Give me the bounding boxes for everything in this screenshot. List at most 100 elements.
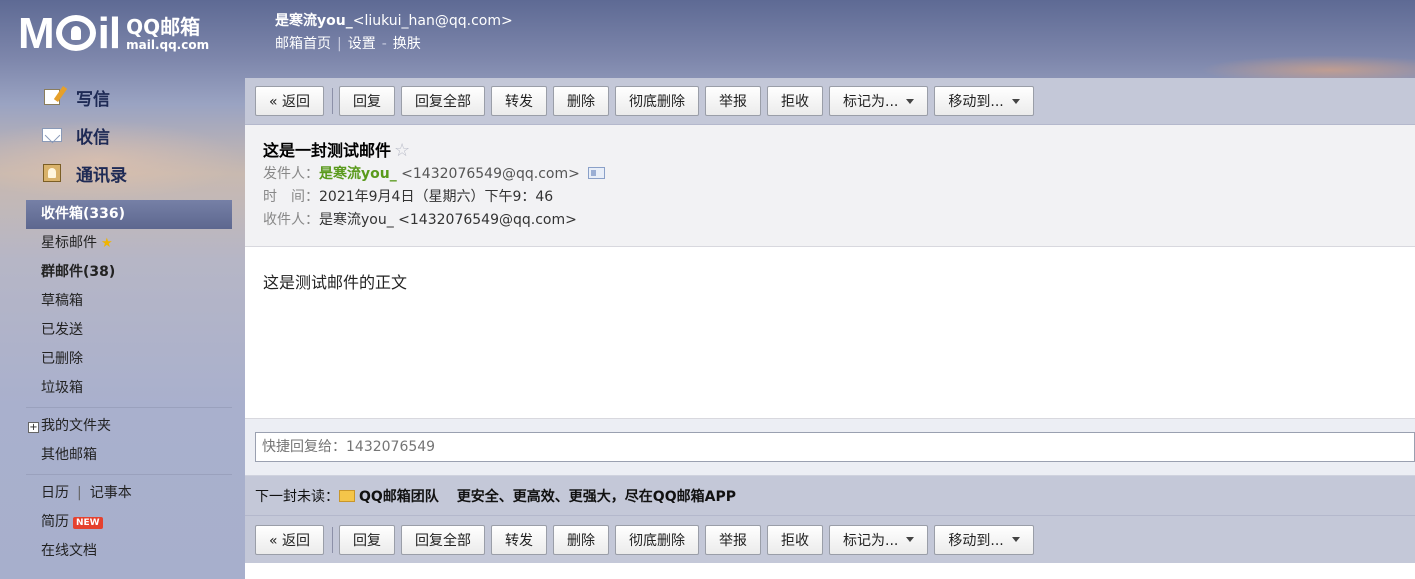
divider	[26, 474, 232, 475]
top-toolbar: « 返回 回复 回复全部 转发 删除 彻底删除 举报 拒收 标记为... 移动到…	[245, 78, 1415, 125]
mark-as-label: 标记为...	[843, 532, 899, 549]
next-unread-subject[interactable]: 更安全、更高效、更强大，尽在QQ邮箱APP	[457, 486, 736, 506]
time-value: 2021年9月4日（星期六）下午9：46	[319, 189, 554, 205]
qqmail-logo[interactable]: Mil QQ邮箱 mail.qq.com	[18, 10, 209, 58]
contacts-icon	[42, 164, 62, 182]
reply-button[interactable]: 回复	[339, 524, 396, 555]
sidebar-item-group-mail[interactable]: 群邮件(38)	[18, 258, 240, 287]
delete-permanently-button[interactable]: 彻底删除	[615, 86, 700, 116]
time-row: 时 间：2021年9月4日（星期六）下午9：46	[263, 186, 1397, 209]
forward-button[interactable]: 转发	[491, 524, 548, 555]
sidebar-item-inbox[interactable]: 收件箱(336)	[26, 200, 232, 229]
write-icon	[42, 88, 62, 106]
compose-button[interactable]: 写信	[18, 78, 240, 116]
sidebar-item-starred[interactable]: 星标邮件 ★	[18, 229, 240, 258]
user-info: 是寒流you_<liukui_han@qq.com>	[275, 10, 513, 30]
quick-reply-area	[245, 419, 1415, 476]
forward-button[interactable]: 转发	[491, 86, 548, 116]
sender-address: <1432076549@qq.com>	[401, 166, 580, 182]
mark-as-dropdown[interactable]: 标记为...	[829, 86, 929, 116]
back-button[interactable]: « 返回	[255, 524, 325, 555]
divider	[332, 526, 334, 553]
contacts-button[interactable]: 通讯录	[18, 154, 240, 192]
compose-label: 写信	[76, 89, 110, 110]
to-label: 收件人：	[263, 212, 319, 228]
logo-mark: Mil	[18, 9, 121, 58]
sidebar-item-drafts[interactable]: 草稿箱	[18, 287, 240, 316]
calendar-link[interactable]: 日历	[41, 485, 69, 501]
divider: |	[77, 485, 82, 501]
mail-subject: 这是一封测试邮件 ☆	[263, 139, 1397, 163]
quick-reply-input[interactable]	[255, 432, 1415, 462]
reject-button[interactable]: 拒收	[767, 524, 824, 555]
settings-link[interactable]: 设置	[348, 36, 376, 52]
move-to-dropdown[interactable]: 移动到...	[934, 524, 1034, 555]
user-email: <liukui_han@qq.com>	[352, 13, 513, 29]
sidebar-item-other-mail[interactable]: 其他邮箱	[18, 441, 240, 470]
next-unread-sender[interactable]: QQ邮箱团队	[359, 486, 439, 506]
sidebar-item-spam[interactable]: 垃圾箱	[18, 374, 240, 403]
receive-button[interactable]: 收信	[18, 116, 240, 154]
bottom-toolbar: « 返回 回复 回复全部 转发 删除 彻底删除 举报 拒收 标记为... 移动到…	[245, 516, 1415, 563]
sidebar-item-label: 简历	[41, 514, 69, 530]
to-row: 收件人：是寒流you_ <1432076549@qq.com>	[263, 209, 1397, 232]
delete-button[interactable]: 删除	[553, 524, 610, 555]
logo-en: mail.qq.com	[126, 38, 210, 52]
expand-icon[interactable]: +	[28, 422, 39, 433]
chevron-down-icon	[1011, 537, 1020, 542]
contacts-label: 通讯录	[76, 165, 127, 186]
move-to-label: 移动到...	[948, 532, 1004, 549]
mail-body: 这是测试邮件的正文	[245, 247, 1415, 419]
report-button[interactable]: 举报	[705, 524, 762, 555]
receive-label: 收信	[76, 127, 110, 148]
new-badge: NEW	[73, 517, 103, 529]
folder-list: 收件箱(336) 星标邮件 ★ 群邮件(38) 草稿箱 已发送 已删除 垃圾箱 +…	[18, 200, 240, 566]
chevron-down-icon	[906, 98, 915, 104]
reply-button[interactable]: 回复	[339, 86, 396, 116]
star-outline-icon[interactable]: ☆	[394, 140, 410, 161]
top-links: 邮箱首页 | 设置 - 换肤	[275, 33, 421, 53]
mail-header: 这是一封测试邮件 ☆ 发件人：是寒流you_ <1432076549@qq.com…	[245, 125, 1415, 247]
recipient[interactable]: 是寒流you_ <1432076549@qq.com>	[319, 212, 577, 228]
from-row: 发件人：是寒流you_ <1432076549@qq.com>	[263, 163, 1397, 186]
sidebar-item-calendar-notes: 日历 | 记事本	[18, 479, 240, 508]
divider	[332, 88, 334, 114]
divider	[26, 407, 232, 408]
delete-button[interactable]: 删除	[553, 86, 610, 116]
move-to-dropdown[interactable]: 移动到...	[934, 86, 1034, 116]
change-skin-link[interactable]: 换肤	[393, 36, 421, 52]
star-icon: ★	[101, 236, 113, 251]
sidebar-item-online-docs[interactable]: 在线文档	[18, 537, 240, 566]
sidebar-item-resume[interactable]: 简历 NEW	[18, 508, 240, 537]
logo-text: QQ邮箱 mail.qq.com	[126, 16, 209, 52]
reply-all-button[interactable]: 回复全部	[401, 524, 486, 555]
sender-name[interactable]: 是寒流you_	[319, 166, 397, 182]
next-unread-label: 下一封未读：	[255, 488, 339, 505]
mark-as-label: 标记为...	[843, 94, 899, 110]
sidebar-item-my-folders[interactable]: + 我的文件夹	[18, 412, 240, 441]
sidebar: 写信 收信 通讯录 收件箱(336) 星标邮件 ★ 群邮件(38) 草稿箱 已发送…	[18, 78, 240, 579]
chevron-down-icon	[1011, 98, 1020, 104]
time-label: 时 间：	[263, 189, 319, 205]
notes-link[interactable]: 记事本	[90, 485, 132, 501]
sidebar-item-label: 星标邮件	[41, 235, 97, 251]
divider: -	[381, 36, 387, 52]
next-unread-bar: 下一封未读： QQ邮箱团队 更安全、更高效、更强大，尽在QQ邮箱APP	[245, 476, 1415, 516]
reply-all-button[interactable]: 回复全部	[401, 86, 486, 116]
subject-text: 这是一封测试邮件	[263, 141, 392, 160]
sidebar-item-deleted[interactable]: 已删除	[18, 345, 240, 374]
mail-read-pane: « 返回 回复 回复全部 转发 删除 彻底删除 举报 拒收 标记为... 移动到…	[245, 78, 1415, 579]
sidebar-item-label: 我的文件夹	[41, 418, 111, 434]
back-button[interactable]: « 返回	[255, 86, 325, 116]
chevron-down-icon	[906, 537, 915, 542]
inbox-icon	[42, 126, 62, 144]
delete-permanently-button[interactable]: 彻底删除	[615, 524, 700, 555]
contact-card-icon[interactable]	[587, 167, 605, 179]
envelope-icon	[339, 489, 355, 502]
sidebar-item-sent[interactable]: 已发送	[18, 316, 240, 345]
report-button[interactable]: 举报	[705, 86, 762, 116]
mark-as-dropdown[interactable]: 标记为...	[829, 524, 929, 555]
from-label: 发件人：	[263, 166, 319, 182]
mail-home-link[interactable]: 邮箱首页	[275, 36, 331, 52]
reject-button[interactable]: 拒收	[767, 86, 824, 116]
